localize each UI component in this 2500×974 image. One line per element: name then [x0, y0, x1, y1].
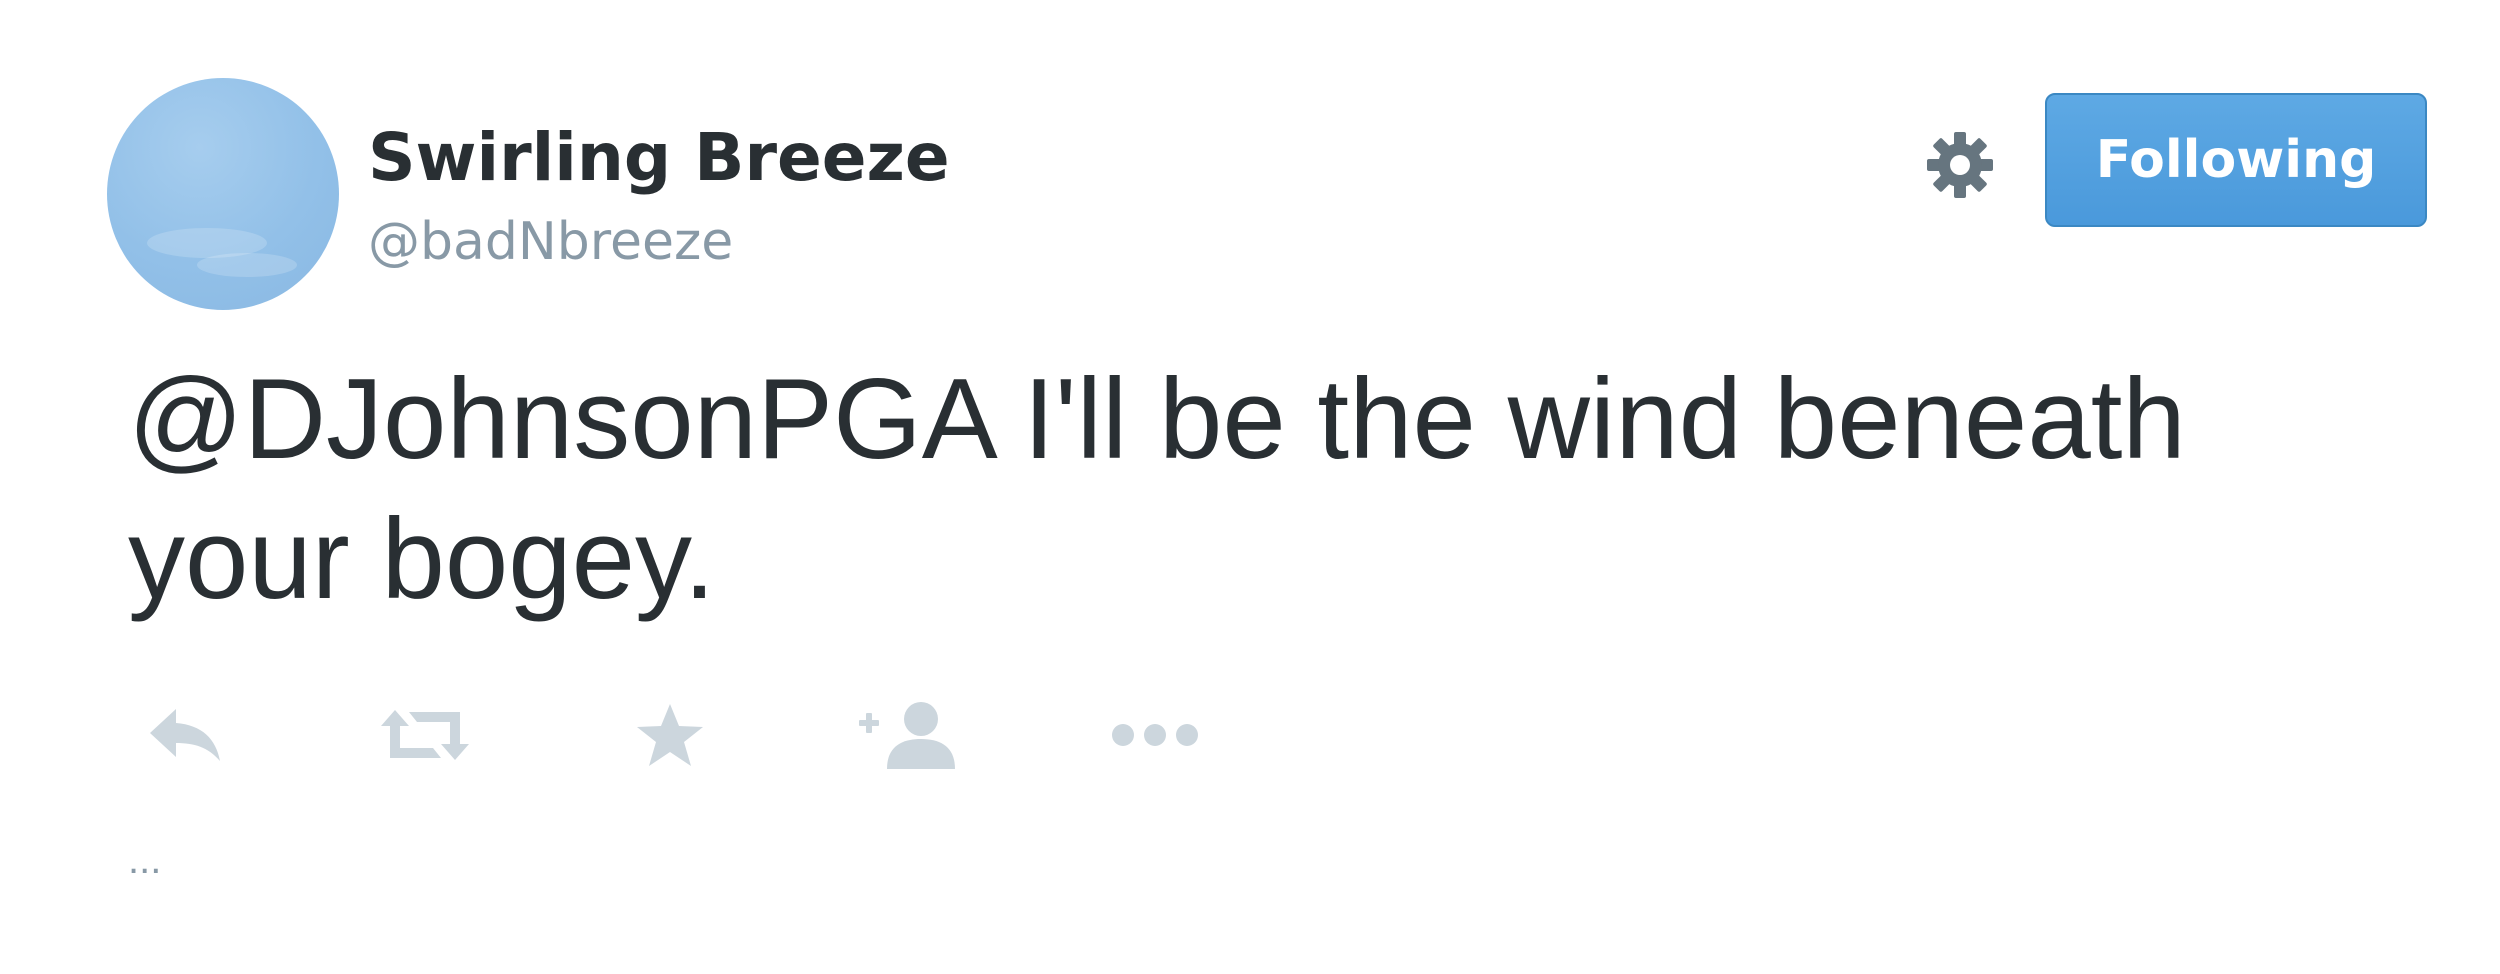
reply-icon[interactable]	[140, 690, 230, 780]
avatar[interactable]	[107, 78, 339, 310]
display-name[interactable]: Swirling Breeze	[368, 118, 950, 198]
retweet-icon[interactable]	[375, 690, 475, 780]
tweet-text: @DJohnsonPGA I'll be the wind beneath yo…	[128, 356, 2186, 623]
star-icon[interactable]	[625, 690, 715, 780]
tweet-actions	[0, 690, 2500, 790]
add-user-icon[interactable]	[855, 690, 965, 780]
avatar-cloud	[197, 253, 297, 277]
gear-icon[interactable]	[1925, 130, 1995, 200]
following-button[interactable]: Following	[2045, 93, 2427, 227]
user-handle[interactable]: @badNbreeze	[368, 210, 733, 274]
more-icon[interactable]	[1105, 690, 1205, 780]
tweet-card: Swirling Breeze @badNbreeze Following @D…	[0, 0, 2500, 974]
truncation-ellipsis: ...	[128, 838, 162, 882]
